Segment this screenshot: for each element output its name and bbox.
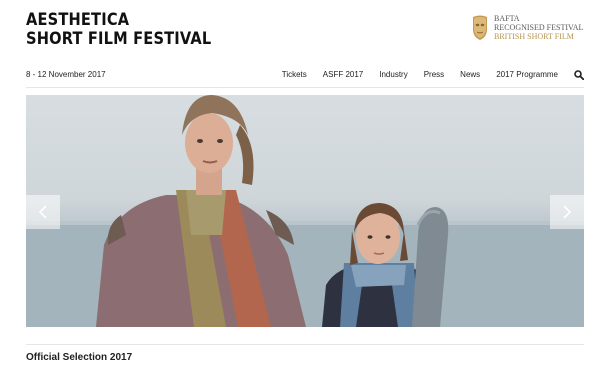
main-navigation: 8 - 12 November 2017 Tickets ASFF 2017 I… (26, 62, 584, 88)
chevron-right-icon (563, 205, 572, 219)
festival-logo[interactable]: AESTHETICA SHORT FILM FESTIVAL (26, 12, 242, 48)
hero-image (26, 95, 584, 327)
slider-next-button[interactable] (550, 195, 584, 229)
nav-item-asff-2017[interactable]: ASFF 2017 (323, 70, 363, 79)
bafta-recognised: RECOGNISED FESTIVAL (494, 23, 584, 32)
nav-item-press[interactable]: Press (424, 70, 444, 79)
chevron-left-icon (38, 205, 47, 219)
search-icon[interactable] (574, 69, 584, 80)
slider-prev-button[interactable] (26, 195, 60, 229)
bafta-mask-icon (473, 15, 487, 40)
nav-item-industry[interactable]: Industry (379, 70, 407, 79)
bafta-badge: BAFTA RECOGNISED FESTIVAL BRITISH SHORT … (470, 14, 583, 41)
bafta-category: BRITISH SHORT FILM (494, 32, 574, 41)
festival-dates: 8 - 12 November 2017 (26, 70, 106, 79)
nav-menu: Tickets ASFF 2017 Industry Press News 20… (266, 69, 584, 80)
nav-item-news[interactable]: News (460, 70, 480, 79)
section-heading: Official Selection 2017 (26, 352, 133, 363)
nav-item-2017-programme[interactable]: 2017 Programme (496, 70, 558, 79)
hero-slider[interactable] (26, 95, 584, 327)
logo-line-2: SHORT FILM FESTIVAL (26, 29, 212, 49)
nav-item-tickets[interactable]: Tickets (282, 70, 307, 79)
bafta-label: BAFTA (494, 14, 520, 23)
section-divider (26, 344, 584, 345)
logo-line-1: AESTHETICA (26, 10, 130, 30)
